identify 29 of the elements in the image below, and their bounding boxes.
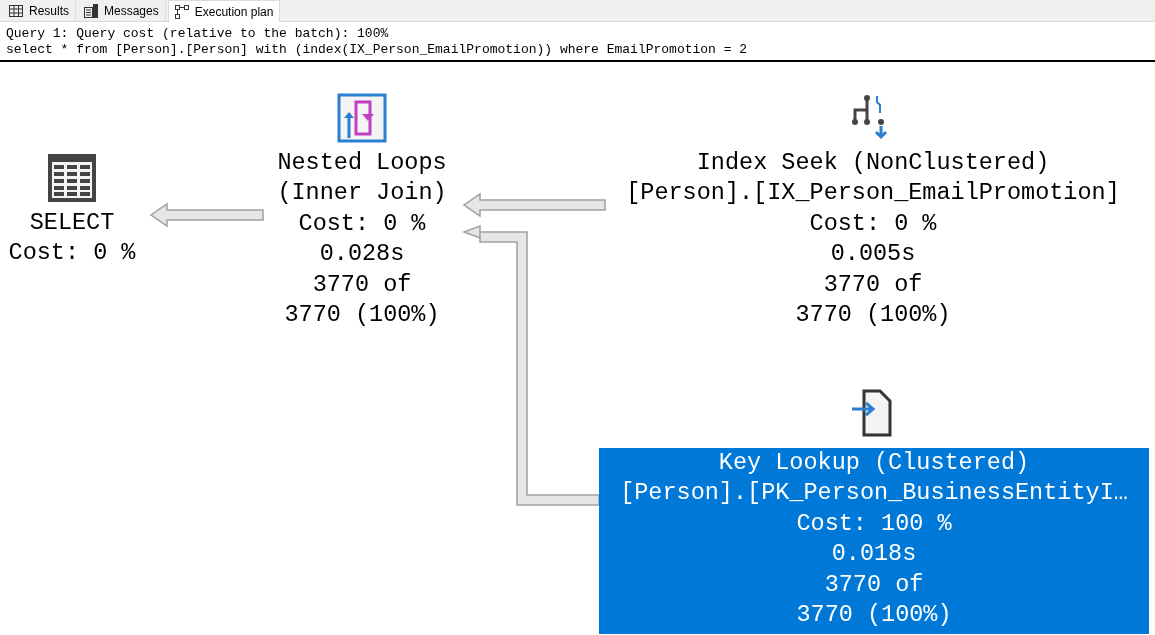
node-label: Cost: 100 % xyxy=(796,508,952,539)
node-label: 3770 (100%) xyxy=(284,300,440,331)
node-label: [Person].[PK_Person_BusinessEntityI… xyxy=(620,478,1128,509)
node-label: 3770 (100%) xyxy=(795,300,951,331)
node-label: (Inner Join) xyxy=(277,178,447,209)
node-label: 3770 of xyxy=(823,269,923,300)
table-icon xyxy=(46,152,98,204)
node-label: 3770 of xyxy=(824,569,924,600)
node-label: Cost: 0 % xyxy=(809,208,937,239)
node-label: Index Seek (NonClustered) xyxy=(696,148,1050,178)
node-label: SELECT xyxy=(29,208,115,238)
query-text: Query 1: Query cost (relative to the batch): 100% xyxy=(6,26,390,42)
query-text: select * from [Person].[Person] with (index(IX_Person_EmailPromotion)) where EmailPromotion = 2 xyxy=(6,42,749,58)
node-label: 3770 of xyxy=(312,269,412,300)
node-label: Nested Loops xyxy=(277,148,447,178)
tab[interactable]: Execution plan xyxy=(167,0,281,22)
node-label: 0.018s xyxy=(831,539,917,570)
node-label: Cost: 0 % xyxy=(298,208,426,239)
node-label: 0.028s xyxy=(319,239,405,270)
plan-icon xyxy=(174,4,189,19)
messages-icon xyxy=(84,3,98,18)
loop-icon xyxy=(336,92,388,144)
selected-node-highlight[interactable]: Key Lookup (Clustered) [Person].[PK_Person_BusinessEntityI… Cost: 100 % 0.018s 3770 of 3770 (100%) xyxy=(599,448,1149,635)
node-label: 3770 (100%) xyxy=(796,600,952,631)
grid-icon xyxy=(9,4,23,17)
node-label: Cost: 0 % xyxy=(8,238,136,269)
node-label: Key Lookup (Clustered) xyxy=(718,448,1030,478)
node-label: 0.005s xyxy=(830,239,916,270)
node-label: [Person].[IX_Person_EmailPromotion] xyxy=(626,178,1120,209)
